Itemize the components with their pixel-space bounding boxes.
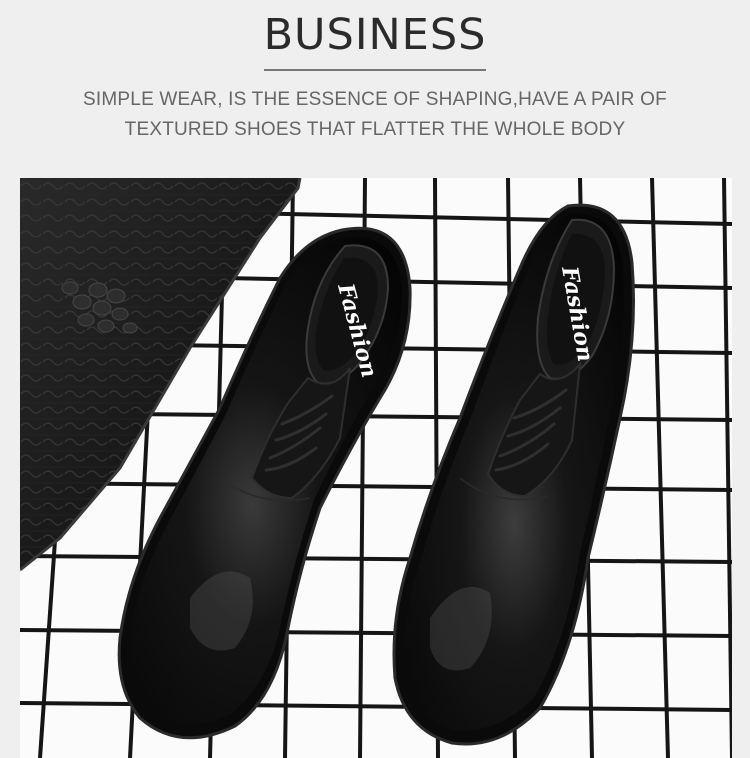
subtitle-line-2: TEXTURED SHOES THAT FLATTER THE WHOLE BO… [124,119,626,140]
product-detail-banner: BUSINESS SIMPLE WEAR, IS THE ESSENCE OF … [0,0,750,758]
page-title: BUSINESS [263,10,487,60]
product-photo: Fashion Fashion [20,178,732,758]
title-underline [264,69,486,71]
shoes-photo-illustration: Fashion Fashion [20,178,732,758]
banner-header: BUSINESS SIMPLE WEAR, IS THE ESSENCE OF … [0,0,750,178]
subtitle-line-1: SIMPLE WEAR, IS THE ESSENCE OF SHAPING,H… [83,89,667,110]
